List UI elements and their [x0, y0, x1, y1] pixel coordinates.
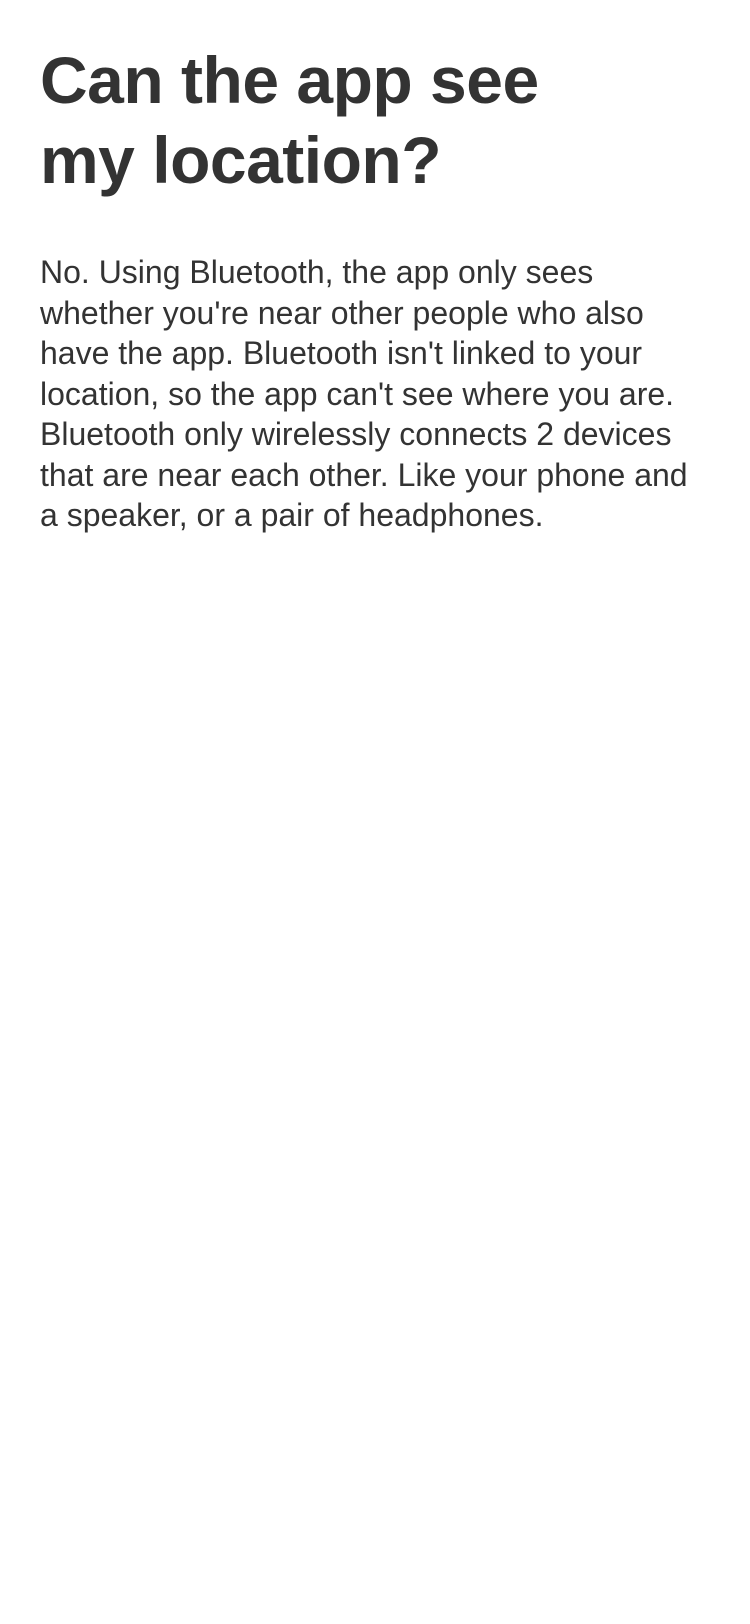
page-title: Can the app see my location?: [40, 43, 539, 197]
info-screen: Can the app see my location? No. Using B…: [0, 0, 750, 1624]
body-text: No. Using Bluetooth, the app only sees w…: [40, 254, 688, 533]
